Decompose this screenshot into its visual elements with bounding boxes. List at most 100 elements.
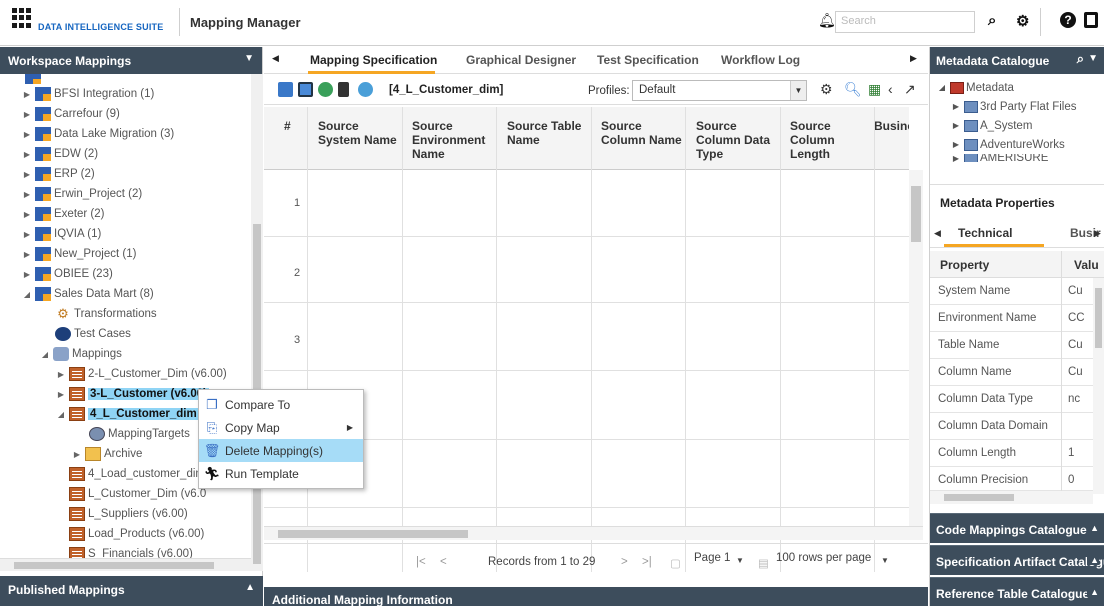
tree-item[interactable]: ▶ 3rd Party Flat Files: [930, 97, 1104, 116]
chevron-down-icon[interactable]: ▼: [790, 81, 806, 100]
property-row[interactable]: Column Precision 0: [930, 467, 1095, 491]
tab-test-specification[interactable]: Test Specification: [597, 53, 699, 67]
property-row[interactable]: Column Data Domain: [930, 413, 1095, 440]
document-icon[interactable]: [338, 82, 349, 97]
tree-item[interactable]: ▶ BFSI Integration (1): [0, 84, 250, 104]
tab-scroll-right-icon[interactable]: ▶: [910, 53, 917, 64]
search-icon[interactable]: ⌕: [1077, 51, 1084, 67]
tree-item[interactable]: ▶ A_System: [930, 116, 1104, 135]
first-page-icon[interactable]: |<: [416, 556, 426, 568]
tree-item[interactable]: ◢ Sales Data Mart (8): [0, 284, 250, 304]
search-input[interactable]: Search: [835, 11, 975, 33]
expand-arrow-icon[interactable]: ▶: [22, 210, 32, 219]
prev-page-icon[interactable]: <: [440, 556, 447, 568]
collapse-arrow-icon[interactable]: ◢: [56, 410, 66, 419]
tree-item[interactable]: ▶ Erwin_Project (2): [0, 184, 250, 204]
expand-arrow-icon[interactable]: ▶: [22, 270, 32, 279]
chevron-down-icon[interactable]: ▼: [736, 556, 744, 565]
tree-item[interactable]: ⚙ Transformations: [0, 304, 250, 324]
tab-scroll-left-icon[interactable]: ◀: [934, 228, 941, 239]
metadata-catalogue-header[interactable]: Metadata Catalogue ⌕ ▼: [930, 47, 1104, 74]
scroll-thumb[interactable]: [1095, 288, 1102, 348]
chevron-down-icon[interactable]: ▼: [1088, 53, 1098, 64]
menu-item-copy-map[interactable]: ⎘ Copy Map ▶: [199, 416, 363, 439]
tree-item[interactable]: ▶ Data Lake Migration (3): [0, 124, 250, 144]
specification-artifact-catalogue-header[interactable]: Specification Artifact Catalogue ▲: [930, 545, 1104, 575]
tab-graphical-designer[interactable]: Graphical Designer: [466, 53, 576, 67]
property-row[interactable]: Table Name Cu: [930, 332, 1095, 359]
expand-arrow-icon[interactable]: ▶: [22, 250, 32, 259]
edit-icon[interactable]: [278, 82, 293, 97]
tree-item[interactable]: ▶ ERP (2): [0, 164, 250, 184]
expand-arrow-icon[interactable]: ▶: [22, 150, 32, 159]
menu-item-run-template[interactable]: 🏃︎ Run Template: [199, 462, 363, 485]
column-header[interactable]: Source System Name: [318, 119, 398, 147]
gear-icon[interactable]: ⚙: [1016, 12, 1029, 30]
code-mappings-catalogue-header[interactable]: Code Mappings Catalogue ▲: [930, 513, 1104, 543]
tree-item[interactable]: ▶ IQVIA (1): [0, 224, 250, 244]
expand-arrow-icon[interactable]: ▶: [950, 102, 962, 111]
chevron-up-icon[interactable]: ▲: [1087, 555, 1099, 565]
next-page-icon[interactable]: >: [621, 556, 628, 568]
vertical-scrollbar[interactable]: [251, 74, 263, 571]
preview-icon[interactable]: 🔍︎: [844, 81, 862, 98]
tree-item[interactable]: ▶ New_Project (1): [0, 244, 250, 264]
chevron-up-icon[interactable]: ▲: [1087, 523, 1099, 533]
collapse-arrow-icon[interactable]: ◢: [40, 350, 50, 359]
expand-arrow-icon[interactable]: ▶: [56, 390, 66, 399]
help-icon[interactable]: ?: [1060, 12, 1076, 28]
reference-table-catalogue-header[interactable]: Reference Table Catalogue ▲: [930, 577, 1104, 606]
profiles-select[interactable]: Default ▼: [632, 80, 807, 101]
property-row[interactable]: Environment Name CC: [930, 305, 1095, 332]
tab-scroll-left-icon[interactable]: ◀: [272, 53, 279, 64]
expand-arrow-icon[interactable]: ▶: [56, 370, 66, 379]
notification-bell-icon[interactable]: 🔔︎: [818, 12, 836, 29]
additional-mapping-info-header[interactable]: Additional Mapping Information: [264, 587, 928, 606]
property-row[interactable]: System Name Cu: [930, 278, 1095, 305]
expand-arrow-icon[interactable]: ▶: [72, 450, 82, 459]
grid-view-icon[interactable]: [298, 82, 313, 97]
scroll-thumb[interactable]: [14, 562, 214, 569]
menu-item-compare-to[interactable]: ❐ Compare To: [199, 393, 363, 416]
property-row[interactable]: Column Length 1: [930, 440, 1095, 467]
tab-workflow-log[interactable]: Workflow Log: [721, 53, 800, 67]
refresh-icon[interactable]: [358, 82, 373, 97]
column-header[interactable]: Source Environment Name: [412, 119, 492, 161]
expand-arrow-icon[interactable]: ▶: [22, 190, 32, 199]
popout-icon[interactable]: ↗: [904, 81, 916, 98]
expand-arrow-icon[interactable]: ▶: [950, 121, 962, 130]
tree-item[interactable]: ▶ Exeter (2): [0, 204, 250, 224]
tree-item[interactable]: [0, 74, 250, 84]
property-row[interactable]: Column Data Type nc: [930, 386, 1095, 413]
tab-mapping-specification[interactable]: Mapping Specification: [310, 53, 437, 67]
settings-icon[interactable]: ⚙: [820, 81, 833, 98]
collapse-arrow-icon[interactable]: ◢: [936, 83, 948, 92]
tree-item[interactable]: ▶ OBIEE (23): [0, 264, 250, 284]
menu-item-delete-mapping[interactable]: 🗑︎ Delete Mapping(s): [199, 439, 363, 462]
scroll-thumb[interactable]: [944, 494, 1014, 501]
export-icon[interactable]: ▦: [868, 81, 881, 98]
workspace-mappings-header[interactable]: Workspace Mappings ▼: [0, 47, 262, 74]
share-icon[interactable]: ‹: [888, 81, 893, 97]
scroll-thumb[interactable]: [911, 186, 921, 242]
properties-vertical-scrollbar[interactable]: [1093, 278, 1104, 494]
tree-item[interactable]: ▶ AdventureWorks: [930, 135, 1104, 154]
column-header[interactable]: Source Column Data Type: [696, 119, 781, 161]
chevron-up-icon[interactable]: ▲: [245, 582, 255, 593]
column-header[interactable]: Source Table Name: [507, 119, 587, 147]
save-icon[interactable]: [1084, 12, 1098, 28]
column-header[interactable]: Source Column Name: [601, 119, 686, 147]
column-header[interactable]: Property: [940, 258, 989, 272]
expand-arrow-icon[interactable]: ▶: [22, 230, 32, 239]
tab-scroll-right-icon[interactable]: ▶: [1094, 228, 1101, 239]
search-icon[interactable]: ⌕: [988, 12, 996, 29]
expand-arrow-icon[interactable]: ▶: [22, 110, 32, 119]
collapse-arrow-icon[interactable]: ◢: [22, 290, 32, 299]
tree-item[interactable]: ▶ 2-L_Customer_Dim (v6.00): [0, 364, 250, 384]
horizontal-scrollbar[interactable]: [0, 558, 251, 571]
tree-item[interactable]: ▶ AMERISURE: [930, 154, 1104, 162]
rows-per-page[interactable]: 100 rows per page: [776, 552, 871, 564]
properties-horizontal-scrollbar[interactable]: [930, 491, 1093, 504]
expand-arrow-icon[interactable]: ▶: [22, 130, 32, 139]
expand-arrow-icon[interactable]: ▶: [22, 90, 32, 99]
